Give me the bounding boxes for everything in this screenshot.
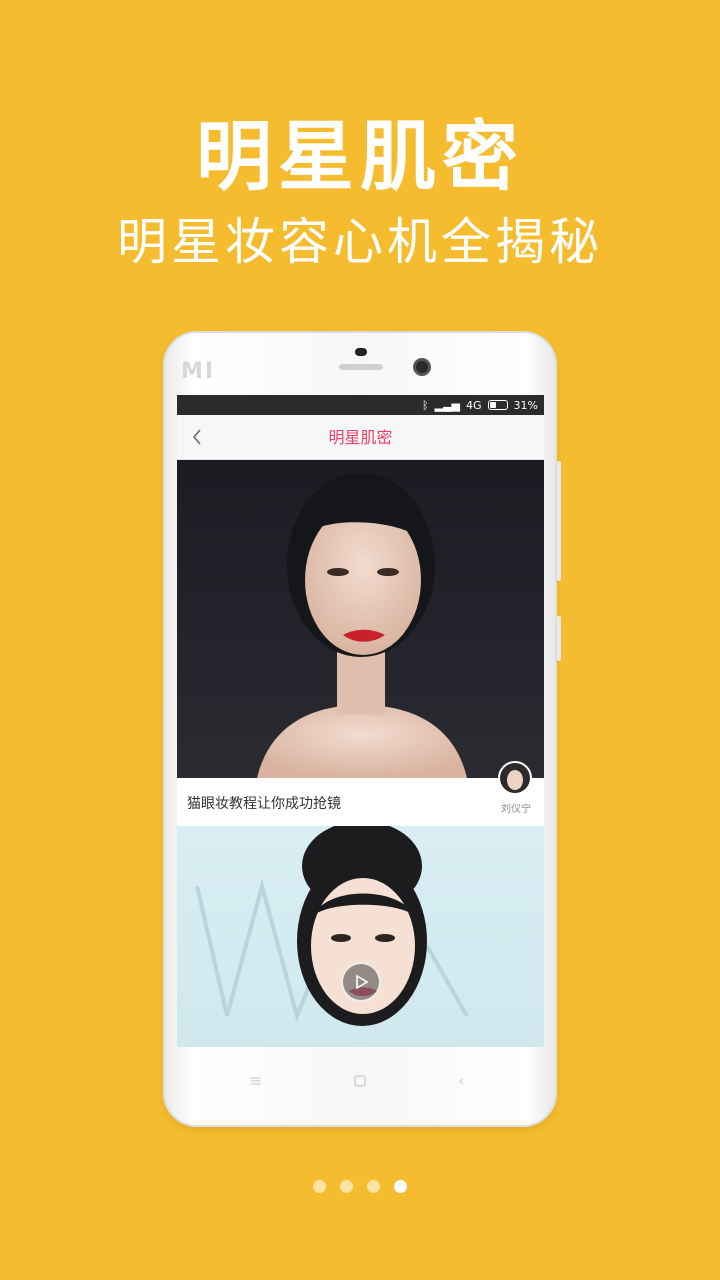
- subline: 明星妆容心机全揭秘: [117, 213, 603, 271]
- play-button[interactable]: [341, 962, 381, 1002]
- power-button: [557, 616, 561, 661]
- video-thumbnail[interactable]: [177, 826, 544, 1047]
- network-label: 4G: [466, 398, 482, 412]
- brand-logo: MI: [181, 359, 216, 384]
- chevron-left-icon[interactable]: [185, 423, 209, 451]
- signal-icon: ▂▃▅: [434, 398, 461, 412]
- page-dot[interactable]: [313, 1180, 326, 1193]
- volume-button: [557, 461, 561, 581]
- article-image[interactable]: [177, 460, 544, 778]
- battery-icon: [487, 400, 508, 410]
- hardware-softkeys: ≡ ‹: [163, 1071, 557, 1101]
- article-title: 猫眼妆教程让你成功抢镜: [187, 796, 341, 812]
- author-name: 刘仪宁: [501, 804, 531, 815]
- play-icon: [356, 974, 369, 990]
- page-dot[interactable]: [340, 1180, 353, 1193]
- menu-icon[interactable]: ≡: [249, 1071, 262, 1090]
- front-camera: [413, 358, 431, 376]
- page-dot[interactable]: [367, 1180, 380, 1193]
- avatar[interactable]: [498, 761, 532, 795]
- home-icon[interactable]: [353, 1073, 367, 1092]
- page-title: 明星肌密: [328, 428, 393, 447]
- battery-label: 31%: [513, 398, 538, 412]
- headline: 明星肌密: [196, 112, 524, 201]
- phone-mockup: MI ᛒ ▂▃▅ 4G 31% 明星肌密 猫眼妆教程让你成功抢镜 刘仪宁 ≡ ‹: [163, 331, 561, 1127]
- page-indicator: [0, 1180, 720, 1196]
- earpiece: [339, 364, 383, 370]
- nav-bar: 明星肌密: [177, 415, 544, 460]
- back-icon[interactable]: ‹: [458, 1071, 464, 1090]
- proximity-sensor: [355, 348, 367, 356]
- phone-screen: ᛒ ▂▃▅ 4G 31% 明星肌密 猫眼妆教程让你成功抢镜 刘仪宁: [177, 395, 544, 1047]
- page-dot-active[interactable]: [394, 1180, 407, 1193]
- bluetooth-icon: ᛒ: [422, 398, 429, 412]
- article-caption[interactable]: 猫眼妆教程让你成功抢镜 刘仪宁: [177, 761, 544, 826]
- status-bar: ᛒ ▂▃▅ 4G 31%: [177, 395, 544, 415]
